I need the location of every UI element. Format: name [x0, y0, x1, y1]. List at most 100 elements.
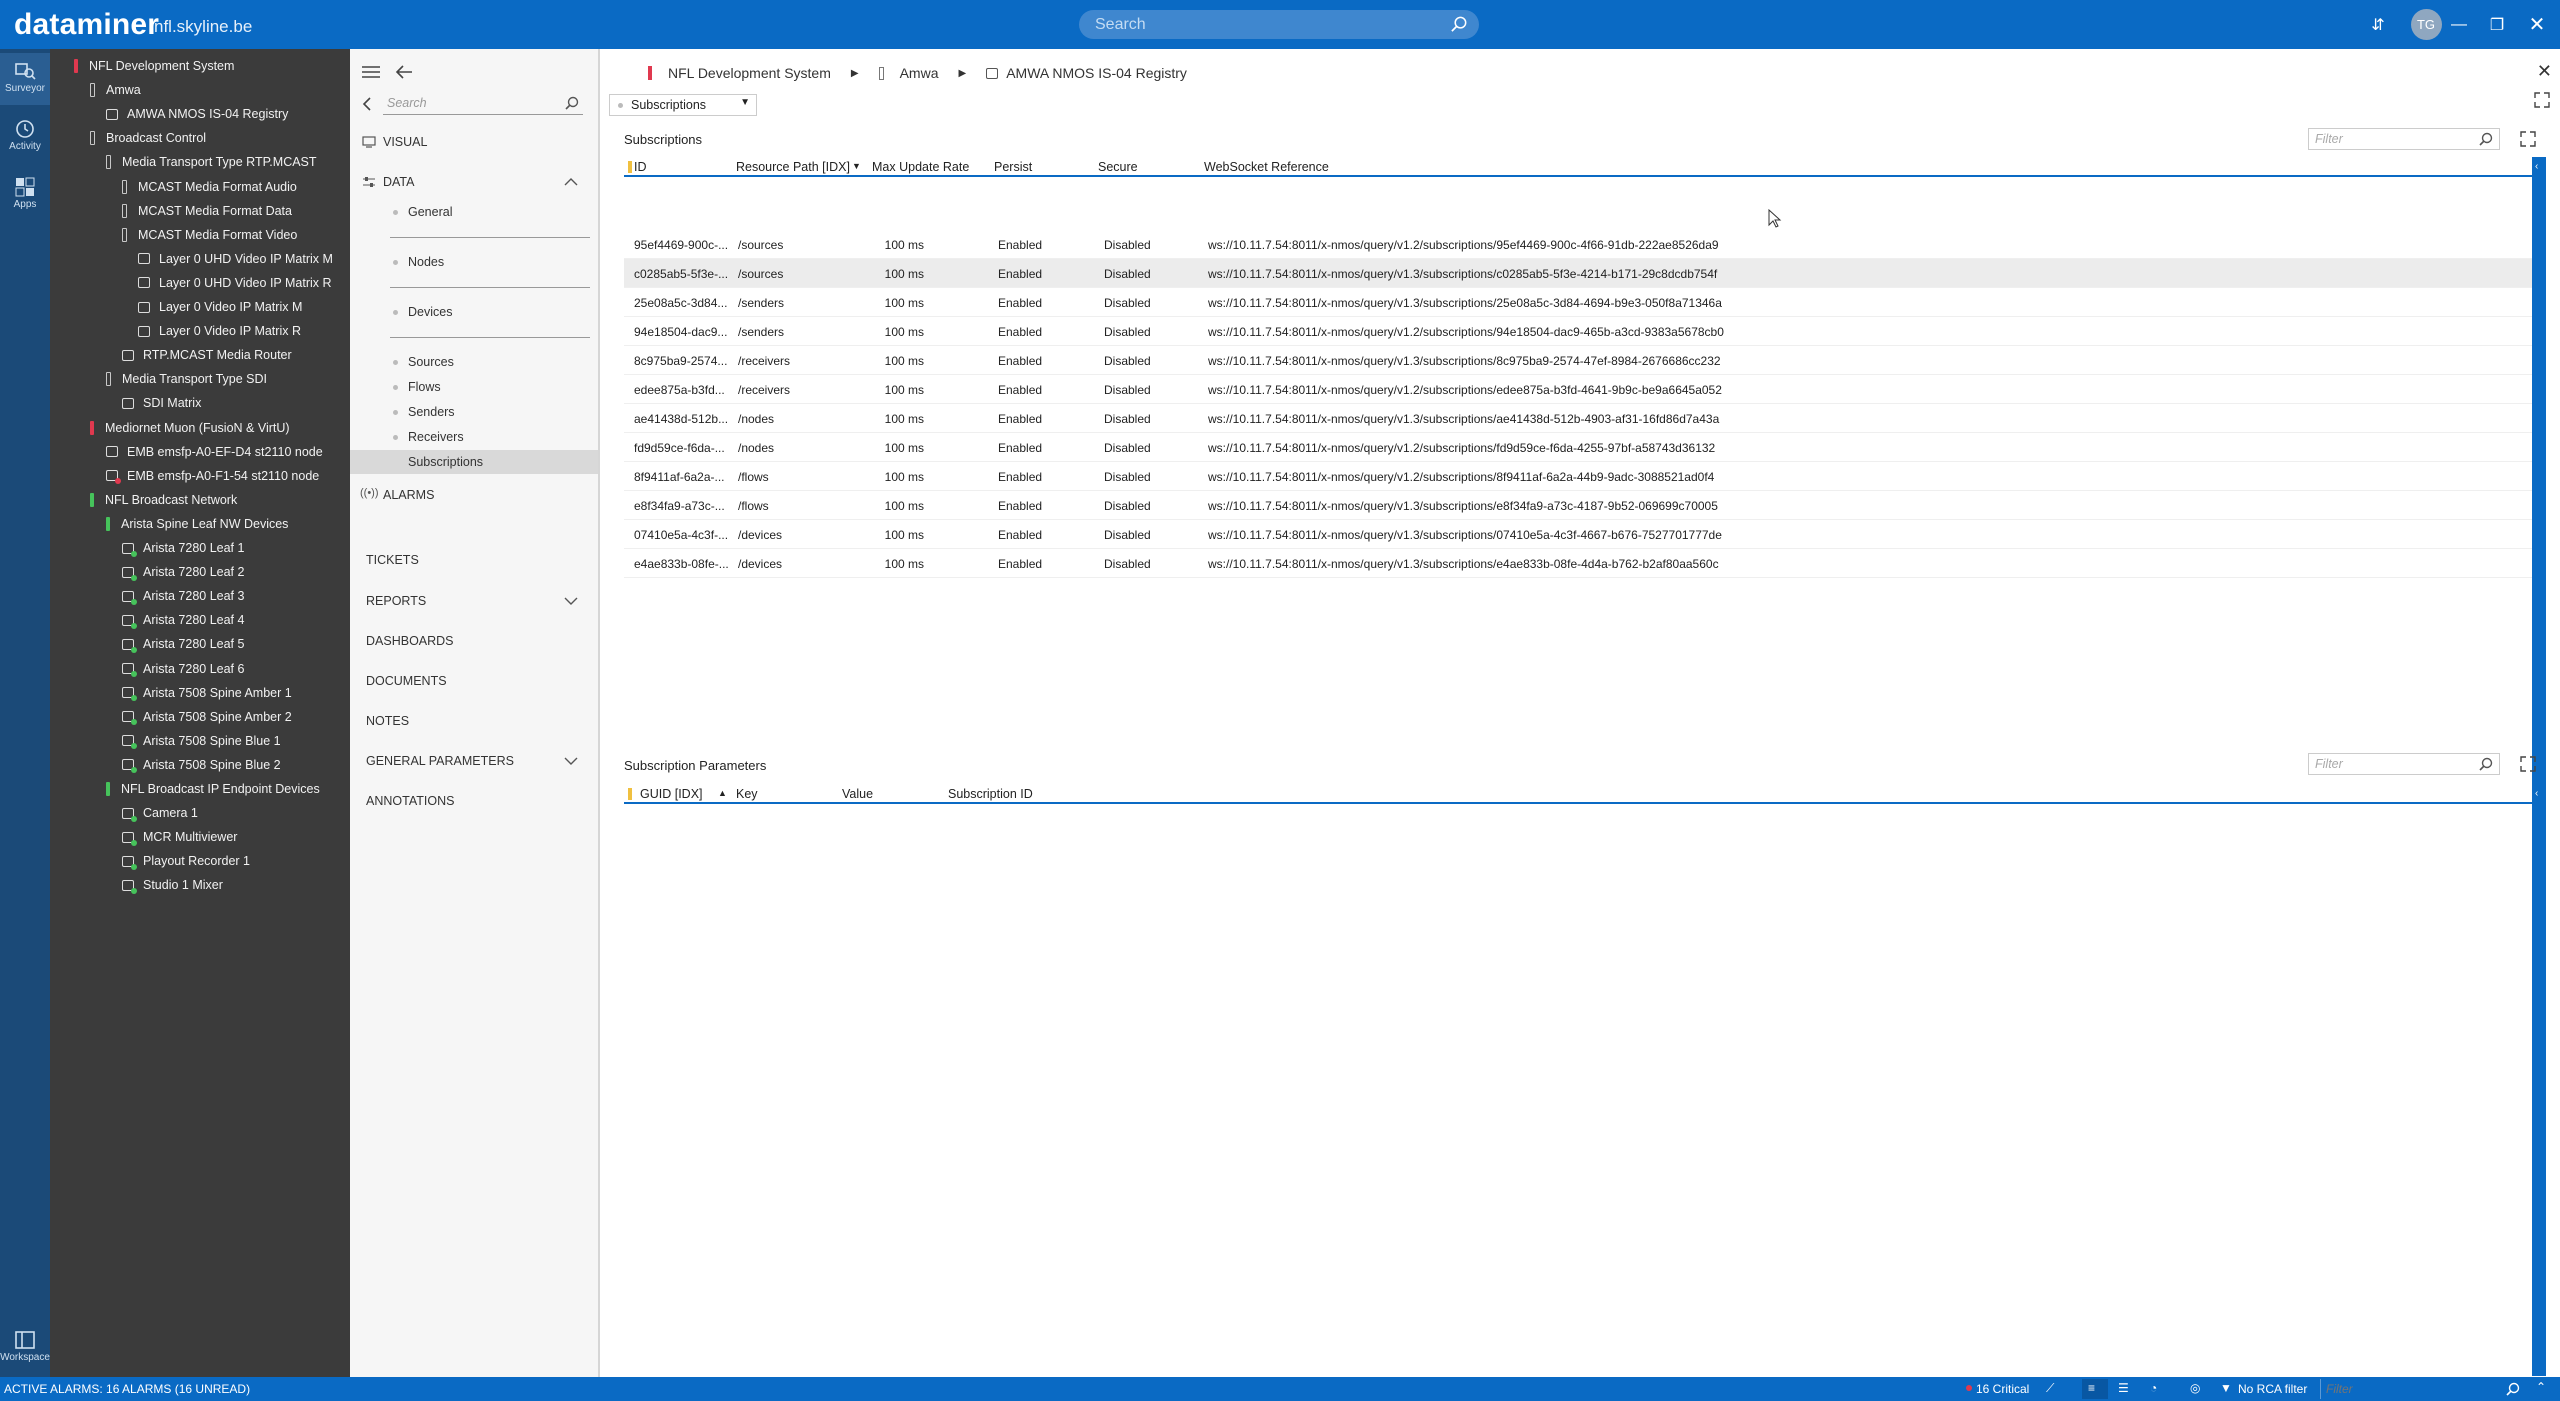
- nav-sources[interactable]: Sources: [350, 350, 598, 374]
- nav-general[interactable]: General: [350, 200, 598, 224]
- search-icon[interactable]: [2506, 1382, 2520, 1396]
- sort-arrows-icon[interactable]: ⇵: [2366, 0, 2390, 49]
- table-row[interactable]: ae41438d-512b... /nodes 100 ms Enabled Disab…: [624, 404, 2532, 433]
- avatar[interactable]: TG: [2410, 9, 2442, 40]
- tree-item[interactable]: Arista 7508 Spine Amber 2: [50, 705, 350, 729]
- params-filter[interactable]: [2308, 753, 2500, 775]
- tree-item[interactable]: Broadcast Control: [50, 126, 350, 150]
- nav-data[interactable]: DATA: [350, 170, 598, 194]
- nav-receivers[interactable]: Receivers: [350, 425, 598, 449]
- nav-flows[interactable]: Flows: [350, 375, 598, 399]
- tree-item[interactable]: Arista 7280 Leaf 4: [50, 608, 350, 632]
- nav-nodes[interactable]: Nodes: [350, 250, 598, 274]
- nav-devices[interactable]: Devices: [350, 300, 598, 324]
- close-window-icon[interactable]: ✕: [2522, 0, 2552, 49]
- tree-item[interactable]: Arista 7280 Leaf 6: [50, 657, 350, 681]
- user-avatar[interactable]: TG: [2406, 0, 2446, 49]
- collapse-left-icon[interactable]: ‹: [2535, 161, 2538, 172]
- trend-icon[interactable]: ⟋: [2046, 1381, 2054, 1396]
- rca-filter[interactable]: No RCA filter: [2238, 1382, 2307, 1396]
- tree-item[interactable]: MCR Multiviewer: [50, 825, 350, 849]
- tree-item[interactable]: NFL Broadcast IP Endpoint Devices: [50, 777, 350, 801]
- subscriptions-filter-input[interactable]: [2309, 129, 2469, 149]
- tree-item[interactable]: Mediornet Muon (FusioN & VirtU): [50, 416, 350, 440]
- rail-activity[interactable]: Activity: [0, 111, 50, 163]
- nav-reports[interactable]: REPORTS: [350, 589, 598, 613]
- rail-workspace[interactable]: Workspace: [0, 1322, 50, 1374]
- column-header[interactable]: ID: [634, 160, 647, 174]
- tree-item[interactable]: MCAST Media Format Video: [50, 223, 350, 247]
- nav-annotations[interactable]: ANNOTATIONS: [350, 789, 598, 813]
- nav-alarms[interactable]: ((•)) ALARMS: [350, 483, 598, 507]
- tree-item[interactable]: RTP.MCAST Media Router: [50, 343, 350, 367]
- global-search[interactable]: [1079, 10, 1479, 39]
- column-header[interactable]: Key: [736, 787, 758, 801]
- breadcrumb-sub[interactable]: Amwa: [900, 65, 939, 81]
- chevron-up-icon[interactable]: [564, 177, 578, 187]
- tree-item[interactable]: MCAST Media Format Audio: [50, 175, 350, 199]
- nav-notes[interactable]: NOTES: [350, 709, 598, 733]
- tree-item[interactable]: Media Transport Type RTP.MCAST: [50, 150, 350, 174]
- tree-item[interactable]: Arista 7280 Leaf 3: [50, 584, 350, 608]
- column-header[interactable]: Resource Path [IDX]: [736, 160, 850, 174]
- params-filter-input[interactable]: [2309, 754, 2469, 774]
- nav-documents[interactable]: DOCUMENTS: [350, 669, 598, 693]
- column-header[interactable]: Subscription ID: [948, 787, 1033, 801]
- column-header[interactable]: Persist: [994, 160, 1032, 174]
- tree-item[interactable]: Arista 7508 Spine Blue 1: [50, 729, 350, 753]
- expand-icon[interactable]: [2534, 92, 2550, 108]
- search-icon[interactable]: [1450, 15, 1469, 34]
- tree-item[interactable]: Layer 0 Video IP Matrix M: [50, 295, 350, 319]
- nav-senders[interactable]: Senders: [350, 400, 598, 424]
- fullscreen-table-icon[interactable]: [2520, 756, 2536, 772]
- table-row[interactable]: 25e08a5c-3d84... /senders 100 ms Enabled Dis…: [624, 288, 2532, 317]
- column-header[interactable]: Value: [842, 787, 873, 801]
- nav-subscriptions[interactable]: Subscriptions: [350, 450, 598, 474]
- rail-apps[interactable]: Apps: [0, 169, 50, 221]
- page-selector[interactable]: Subscriptions ▼: [609, 94, 757, 116]
- table-row[interactable]: c0285ab5-5f3e-... /sources 100 ms Enabled Di…: [624, 259, 2532, 288]
- target-icon[interactable]: ◎: [2190, 1381, 2200, 1395]
- collapse-left-icon[interactable]: ‹: [2535, 788, 2538, 799]
- search-icon[interactable]: [2479, 757, 2493, 771]
- hamburger-icon[interactable]: [362, 65, 380, 79]
- restore-icon[interactable]: ❐: [2482, 0, 2512, 49]
- table-row[interactable]: 95ef4469-900c-... /sources 100 ms Enabled Di…: [624, 230, 2532, 259]
- expand-up-icon[interactable]: ⌃: [2536, 1380, 2546, 1394]
- nav-search[interactable]: [383, 93, 583, 115]
- table-row[interactable]: 07410e5a-4c3f-... /devices 100 ms Enabled Di…: [624, 520, 2532, 549]
- tree-item[interactable]: Layer 0 UHD Video IP Matrix R: [50, 271, 350, 295]
- tree-item[interactable]: Layer 0 Video IP Matrix R: [50, 319, 350, 343]
- funnel-icon[interactable]: ▼: [2220, 1381, 2232, 1395]
- tree-item[interactable]: NFL Broadcast Network: [50, 488, 350, 512]
- breadcrumb-element[interactable]: AMWA NMOS IS-04 Registry: [1006, 65, 1187, 81]
- tree-item[interactable]: Media Transport Type SDI: [50, 367, 350, 391]
- table-row[interactable]: fd9d59ce-f6da-... /nodes 100 ms Enabled Disa…: [624, 433, 2532, 462]
- column-header[interactable]: Max Update Rate: [872, 160, 969, 174]
- column-header[interactable]: GUID [IDX]: [640, 787, 703, 801]
- params-scrollbar[interactable]: ‹: [2532, 784, 2546, 1376]
- app-logo[interactable]: dataminer: [14, 8, 159, 42]
- table-row[interactable]: e4ae833b-08fe-... /devices 100 ms Enabled Di…: [624, 549, 2532, 578]
- search-icon[interactable]: [2479, 132, 2493, 146]
- tree-item[interactable]: MCAST Media Format Data: [50, 199, 350, 223]
- tree-item[interactable]: Studio 1 Mixer: [50, 873, 350, 897]
- chevron-down-icon[interactable]: [564, 756, 578, 766]
- nav-dashboards[interactable]: DASHBOARDS: [350, 629, 598, 653]
- subscriptions-filter[interactable]: [2308, 128, 2500, 150]
- active-alarms-summary[interactable]: ACTIVE ALARMS: 16 ALARMS (16 UNREAD): [4, 1382, 250, 1396]
- tree-item[interactable]: Arista 7280 Leaf 1: [50, 536, 350, 560]
- tree-item[interactable]: Arista 7280 Leaf 2: [50, 560, 350, 584]
- subscriptions-scrollbar[interactable]: ‹: [2532, 157, 2546, 791]
- sort-desc-icon[interactable]: ▼: [852, 161, 861, 171]
- status-filter-input[interactable]: [2326, 1379, 2506, 1399]
- tree-item[interactable]: Amwa: [50, 78, 350, 102]
- rail-surveyor[interactable]: Surveyor: [0, 53, 50, 105]
- tree-item[interactable]: Playout Recorder 1: [50, 849, 350, 873]
- fullscreen-table-icon[interactable]: [2520, 131, 2536, 147]
- tree-item[interactable]: AMWA NMOS IS-04 Registry: [50, 102, 350, 126]
- tree-item[interactable]: Arista 7508 Spine Amber 1: [50, 681, 350, 705]
- nav-tickets[interactable]: TICKETS: [350, 548, 598, 572]
- table-row[interactable]: edee875a-b3fd... /receivers 100 ms Enabled D…: [624, 375, 2532, 404]
- nav-search-input[interactable]: [383, 93, 553, 113]
